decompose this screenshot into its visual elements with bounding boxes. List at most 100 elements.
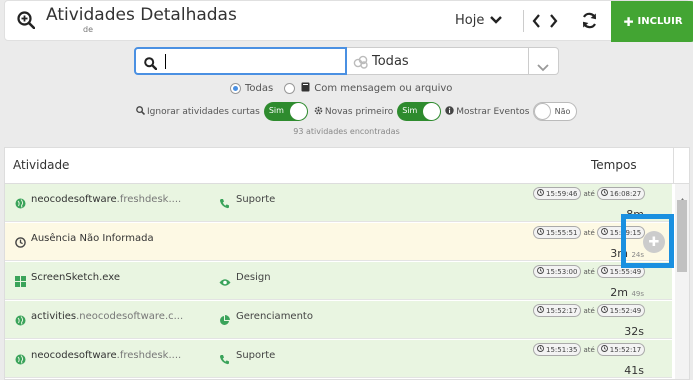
text-cursor: [165, 54, 166, 69]
scrollbar-thumb[interactable]: [677, 200, 687, 272]
activities-table: Atividade Tempos neocodesoftware.freshde…: [4, 147, 690, 380]
windows-icon: [15, 272, 26, 291]
start-time-pill[interactable]: 15:59:46: [533, 187, 582, 200]
phone-icon: [219, 194, 230, 213]
page-title: Atividades Detalhadas: [46, 5, 237, 25]
header-bar: Atividades Detalhadas de Hoje ✚ INCLUIR: [4, 0, 693, 42]
activity-name: neocodesoftware.freshdesk....: [31, 194, 181, 205]
duration-seconds: 49s: [631, 290, 644, 298]
clock-icon: [600, 306, 608, 315]
zoom-in-icon: [17, 11, 36, 33]
end-time-pill[interactable]: 16:08:27: [596, 187, 646, 200]
add-button-label: INCLUIR: [637, 16, 683, 27]
activity-name: ScreenSketch.exe: [31, 272, 120, 283]
clock-icon: [600, 228, 608, 237]
ignore-short-label: Ignorar atividades curtas: [147, 106, 260, 117]
radio-with-message[interactable]: [284, 83, 296, 94]
page-subtitle: de: [83, 25, 93, 34]
activity-name: neocodesoftware.freshdesk....: [31, 350, 181, 361]
ignore-short-toggle[interactable]: Sim: [263, 102, 308, 121]
end-time-pill[interactable]: 15:52:49: [596, 304, 646, 317]
activity-name: activities.neocodesoftware.c...: [31, 311, 183, 322]
show-events-label: Mostrar Eventos: [456, 106, 530, 117]
time-range: 15:52:17 até 15:52:49: [533, 304, 646, 317]
start-time: 15:53:00: [546, 267, 578, 276]
activity-title: Ausência Não Informada: [31, 233, 154, 244]
globe-icon: [15, 311, 26, 330]
info-icon: [445, 105, 454, 118]
globe-icon: [15, 350, 26, 369]
activity-domain: .freshdesk....: [116, 350, 182, 361]
end-time: 15:55:49: [609, 267, 642, 276]
start-time-pill[interactable]: 15:53:00: [533, 265, 582, 278]
duration-main: 2m: [610, 286, 628, 299]
radio-todas-label: Todas: [245, 83, 274, 94]
newest-first-toggle-text: Sim: [402, 106, 418, 115]
clock-icon: [537, 267, 544, 276]
table-row[interactable]: ScreenSketch.exe Design 15:53:00 até 15:55:4…: [5, 262, 672, 300]
clock-icon: [537, 345, 544, 354]
chevron-right-icon[interactable]: [549, 13, 558, 32]
clock-icon: [537, 189, 544, 198]
start-time-pill[interactable]: 15:52:17: [533, 304, 582, 317]
pie-chart-icon: [219, 311, 230, 330]
toggle-knob: [423, 103, 441, 120]
radio-todas[interactable]: [230, 83, 241, 94]
newest-first-label: Novas primeiro: [324, 106, 394, 117]
table-row[interactable]: neocodesoftware.freshdesk.... Suporte 15:5…: [5, 340, 672, 378]
options-row: Ignorar atividades curtas Sim Novas prim…: [136, 102, 581, 121]
add-time-button[interactable]: ✚: [643, 231, 665, 253]
divider: [528, 48, 529, 74]
clock-icon: [600, 267, 608, 276]
end-time: 15:52:17: [609, 345, 642, 354]
clock-icon: [537, 306, 544, 315]
until-label: até: [583, 189, 595, 198]
duration: 2m 49s: [610, 286, 644, 299]
newest-first-toggle[interactable]: Sim: [397, 102, 442, 121]
chevron-down-icon[interactable]: [537, 57, 549, 76]
search-input[interactable]: [164, 52, 346, 72]
activity-title: neocodesoftware: [31, 194, 117, 205]
message-filter-radios: Todas Com mensagem ou arquivo: [230, 82, 452, 95]
period-dropdown[interactable]: Hoje: [455, 13, 503, 28]
time-range: 15:51:35 até 15:52:17: [533, 343, 646, 356]
clock-icon: [600, 345, 608, 354]
toggle-knob: [289, 103, 307, 120]
end-time-pill[interactable]: 15:52:17: [596, 343, 646, 356]
refresh-icon[interactable]: [581, 12, 598, 33]
table-header: Atividade Tempos: [5, 148, 689, 184]
duration-main: 41s: [624, 364, 644, 377]
activity-title: neocodesoftware: [31, 350, 117, 361]
chevron-down-icon: [490, 13, 503, 28]
start-time-pill[interactable]: 15:51:35: [533, 343, 582, 356]
activity-domain: .neocodesoftware.c...: [76, 311, 184, 322]
activity-title: ScreenSketch.exe: [31, 272, 120, 283]
category-select[interactable]: Todas: [347, 47, 559, 75]
tags-icon: [353, 54, 369, 73]
start-time: 15:55:51: [546, 228, 578, 237]
table-row[interactable]: Ausência Não Informada 15:55:51 até 15:59:1…: [5, 223, 672, 261]
gear-icon: [314, 106, 323, 118]
search-icon: [144, 55, 158, 74]
ignore-short-toggle-text: Sim: [268, 106, 284, 115]
table-row[interactable]: neocodesoftware.freshdesk.... Suporte 15:5…: [5, 184, 672, 222]
activity-domain: .freshdesk....: [116, 194, 182, 205]
search-box[interactable]: [134, 47, 347, 75]
results-count: 93 atividades encontradas: [293, 127, 400, 136]
activity-category: Suporte: [236, 350, 276, 361]
start-time-pill[interactable]: 15:55:51: [533, 226, 582, 239]
start-time: 15:52:17: [546, 306, 578, 315]
start-time: 15:59:46: [546, 189, 578, 198]
globe-icon: [15, 194, 26, 213]
table-row[interactable]: activities.neocodesoftware.c... Gerenciam…: [5, 301, 672, 339]
until-label: até: [583, 267, 595, 276]
until-label: até: [583, 228, 595, 237]
chevron-left-icon[interactable]: [532, 13, 541, 32]
search-small-icon: [136, 105, 146, 118]
show-events-toggle[interactable]: Não: [533, 102, 578, 121]
until-label: até: [583, 306, 595, 315]
radio-with-message-label: Com mensagem ou arquivo: [314, 83, 453, 94]
add-button[interactable]: ✚ INCLUIR: [611, 1, 693, 42]
duration-main: 32s: [624, 325, 644, 338]
end-time: 16:08:27: [609, 189, 642, 198]
